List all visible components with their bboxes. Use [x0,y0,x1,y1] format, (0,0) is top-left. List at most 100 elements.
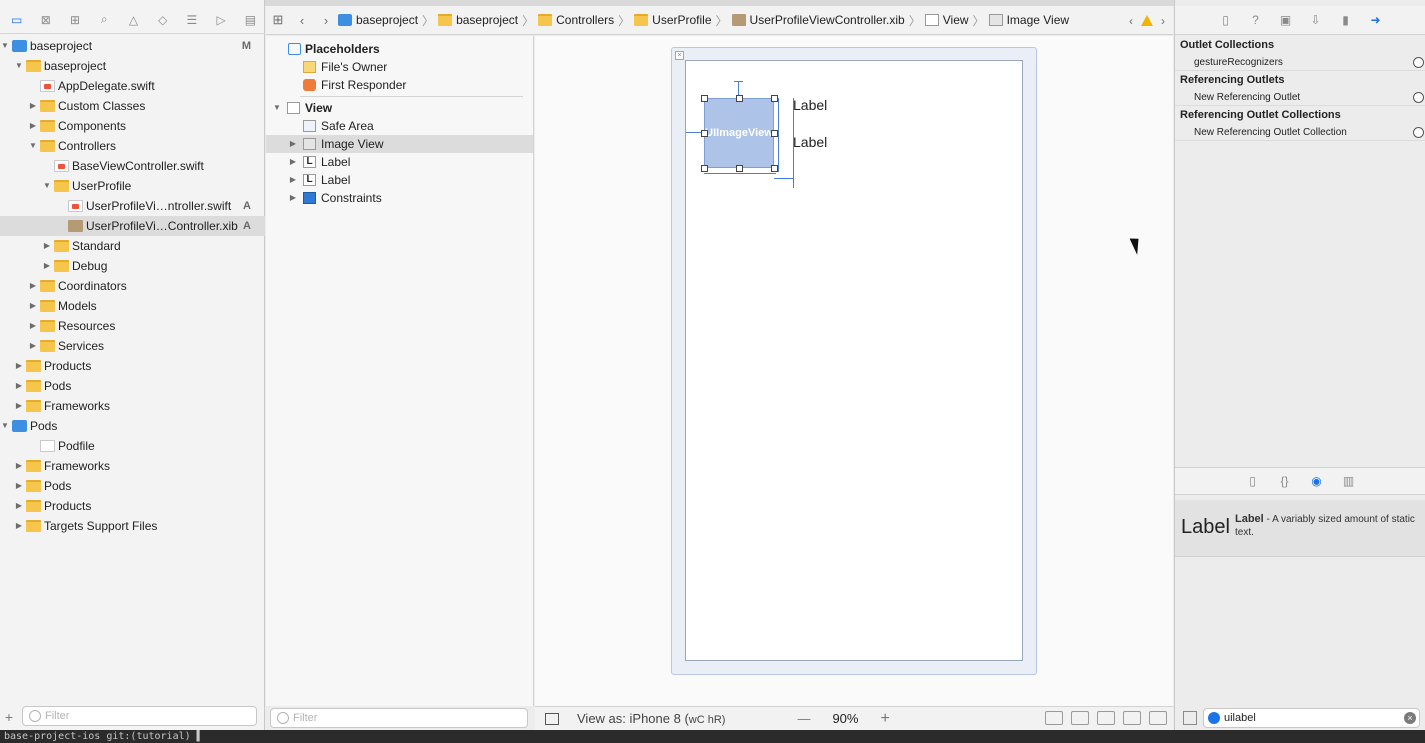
library-item-label[interactable]: Label Label - A variably sized amount of… [1175,500,1425,557]
disclosure-open-icon[interactable]: ▼ [28,136,38,156]
disclosure-open-icon[interactable]: ▼ [0,416,10,436]
disclosure-open-icon[interactable]: ▼ [42,176,52,196]
search-icon[interactable]: ⌕ [90,9,119,31]
file-tree-row[interactable]: ▶ Models [0,296,265,316]
connection-circle-icon[interactable] [1413,127,1424,138]
disclosure-closed-icon[interactable]: ▶ [288,189,298,207]
file-tree-row[interactable]: ▶ Products [0,356,265,376]
source-control-icon[interactable]: ⊠ [31,9,60,31]
file-tree-row[interactable]: ▼ baseproject M [0,36,265,56]
resize-handle[interactable] [701,165,708,172]
media-library-icon[interactable]: ▥ [1340,473,1358,489]
resize-handle[interactable] [701,95,708,102]
interface-builder-canvas[interactable]: × UIImageView Label Label [535,36,1173,706]
disclosure-open-icon[interactable]: ▼ [14,56,24,76]
file-tree-row[interactable]: ▶ Coordinators [0,276,265,296]
disclosure-closed-icon[interactable]: ▶ [14,376,24,396]
disclosure-closed-icon[interactable]: ▶ [14,476,24,496]
resize-handle[interactable] [736,95,743,102]
next-issue-icon[interactable]: › [1161,14,1165,28]
file-tree-row[interactable]: ▶ Products [0,496,265,516]
warning-icon[interactable]: △ [119,9,148,31]
outline-image-view[interactable]: ▶ Image View [266,135,533,153]
breakpoint-icon[interactable]: ▷ [207,9,236,31]
code-snippet-icon[interactable]: {} [1276,473,1294,489]
debug-icon[interactable]: ☰ [177,9,206,31]
outline-view[interactable]: ▼ View [266,99,533,117]
previous-issue-icon[interactable]: ‹ [1129,14,1133,28]
scene-frame[interactable]: × UIImageView Label Label [671,47,1037,675]
crumb-project[interactable]: baseproject 〉 [338,12,434,29]
library-search-input[interactable]: uilabel × [1203,708,1420,728]
crumb-controllers[interactable]: Controllers 〉 [538,12,630,29]
file-template-icon[interactable]: ▯ [1244,473,1262,489]
size-inspector-icon[interactable]: ▮ [1337,12,1355,28]
navigator-filter-input[interactable]: Filter [22,706,257,726]
file-tree-row[interactable]: ▶ Frameworks [0,456,265,476]
crumb-group[interactable]: baseproject 〉 [438,12,534,29]
outline-filter-input[interactable]: Filter [270,708,528,728]
disclosure-closed-icon[interactable]: ▶ [14,396,24,416]
close-icon[interactable]: × [675,51,684,60]
connection-circle-icon[interactable] [1413,57,1424,68]
file-tree-row[interactable]: ▶ Resources [0,316,265,336]
crumb-xib[interactable]: UserProfileViewController.xib 〉 [731,12,921,29]
view-as-device-button[interactable]: View as: iPhone 8 (wC hR) [577,711,725,726]
disclosure-closed-icon[interactable]: ▶ [14,356,24,376]
hierarchy-icon[interactable]: ⊞ [60,9,89,31]
disclosure-closed-icon[interactable]: ▶ [28,336,38,356]
identity-inspector-icon[interactable]: ▣ [1277,12,1295,28]
outline-files-owner[interactable]: File's Owner [266,58,533,76]
file-tree-row[interactable]: ▶ Components [0,116,265,136]
disclosure-closed-icon[interactable]: ▶ [14,456,24,476]
warning-icon[interactable] [1141,15,1153,26]
clear-search-icon[interactable]: × [1404,712,1416,724]
disclosure-closed-icon[interactable]: ▶ [14,496,24,516]
file-tree-row[interactable]: UserProfileVi…Controller.xib A [0,216,265,236]
zoom-level[interactable]: 90% [832,711,858,726]
file-tree-row[interactable]: BaseViewController.swift [0,156,265,176]
disclosure-closed-icon[interactable]: ▶ [28,96,38,116]
disclosure-open-icon[interactable]: ▼ [0,36,10,56]
file-tree-row[interactable]: ▶ Frameworks [0,396,265,416]
resize-handle[interactable] [771,95,778,102]
disclosure-closed-icon[interactable]: ▶ [42,236,52,256]
outline-constraints[interactable]: ▶ Constraints [266,189,533,207]
disclosure-closed-icon[interactable]: ▶ [28,116,38,136]
connections-inspector-icon[interactable]: ➜ [1367,12,1385,28]
disclosure-closed-icon[interactable]: ▶ [288,135,298,153]
toggle-outline-icon[interactable] [545,712,559,725]
file-inspector-icon[interactable]: ▯ [1217,12,1235,28]
resize-handle[interactable] [701,130,708,137]
add-constraints-icon[interactable] [1123,711,1141,725]
crumb-userprofile[interactable]: UserProfile 〉 [634,12,728,29]
file-tree-row[interactable]: UserProfileVi…ntroller.swift A [0,196,265,216]
align-icon[interactable] [1097,711,1115,725]
file-tree-row[interactable]: ▶ Standard [0,236,265,256]
update-frames-icon[interactable] [1045,711,1063,725]
resize-handle[interactable] [736,165,743,172]
object-library-icon[interactable]: ◉ [1308,473,1326,489]
zoom-out-button[interactable]: — [797,711,810,726]
file-tree-row[interactable]: ▶ Pods [0,376,265,396]
connection-circle-icon[interactable] [1413,92,1424,103]
crumb-image-view[interactable]: Image View [988,13,1069,27]
disclosure-closed-icon[interactable]: ▶ [28,296,38,316]
image-view[interactable]: UIImageView [704,98,774,168]
disclosure-open-icon[interactable]: ▼ [272,99,282,117]
file-tree-row[interactable]: ▼ baseproject [0,56,265,76]
related-items-icon[interactable]: ⊞ [266,12,290,28]
disclosure-closed-icon[interactable]: ▶ [28,276,38,296]
outline-label-1[interactable]: ▶ L Label [266,153,533,171]
file-tree-row[interactable]: Podfile [0,436,265,456]
file-tree-row[interactable]: ▶ Debug [0,256,265,276]
attributes-inspector-icon[interactable]: ⇩ [1307,12,1325,28]
folder-icon[interactable]: ▭ [2,9,31,31]
test-icon[interactable]: ◇ [148,9,177,31]
resize-handle[interactable] [771,130,778,137]
file-tree-row[interactable]: ▼ UserProfile [0,176,265,196]
grid-view-icon[interactable] [1183,711,1197,725]
zoom-in-button[interactable]: + [880,710,889,728]
file-tree-row[interactable]: ▶ Custom Classes [0,96,265,116]
disclosure-closed-icon[interactable]: ▶ [42,256,52,276]
